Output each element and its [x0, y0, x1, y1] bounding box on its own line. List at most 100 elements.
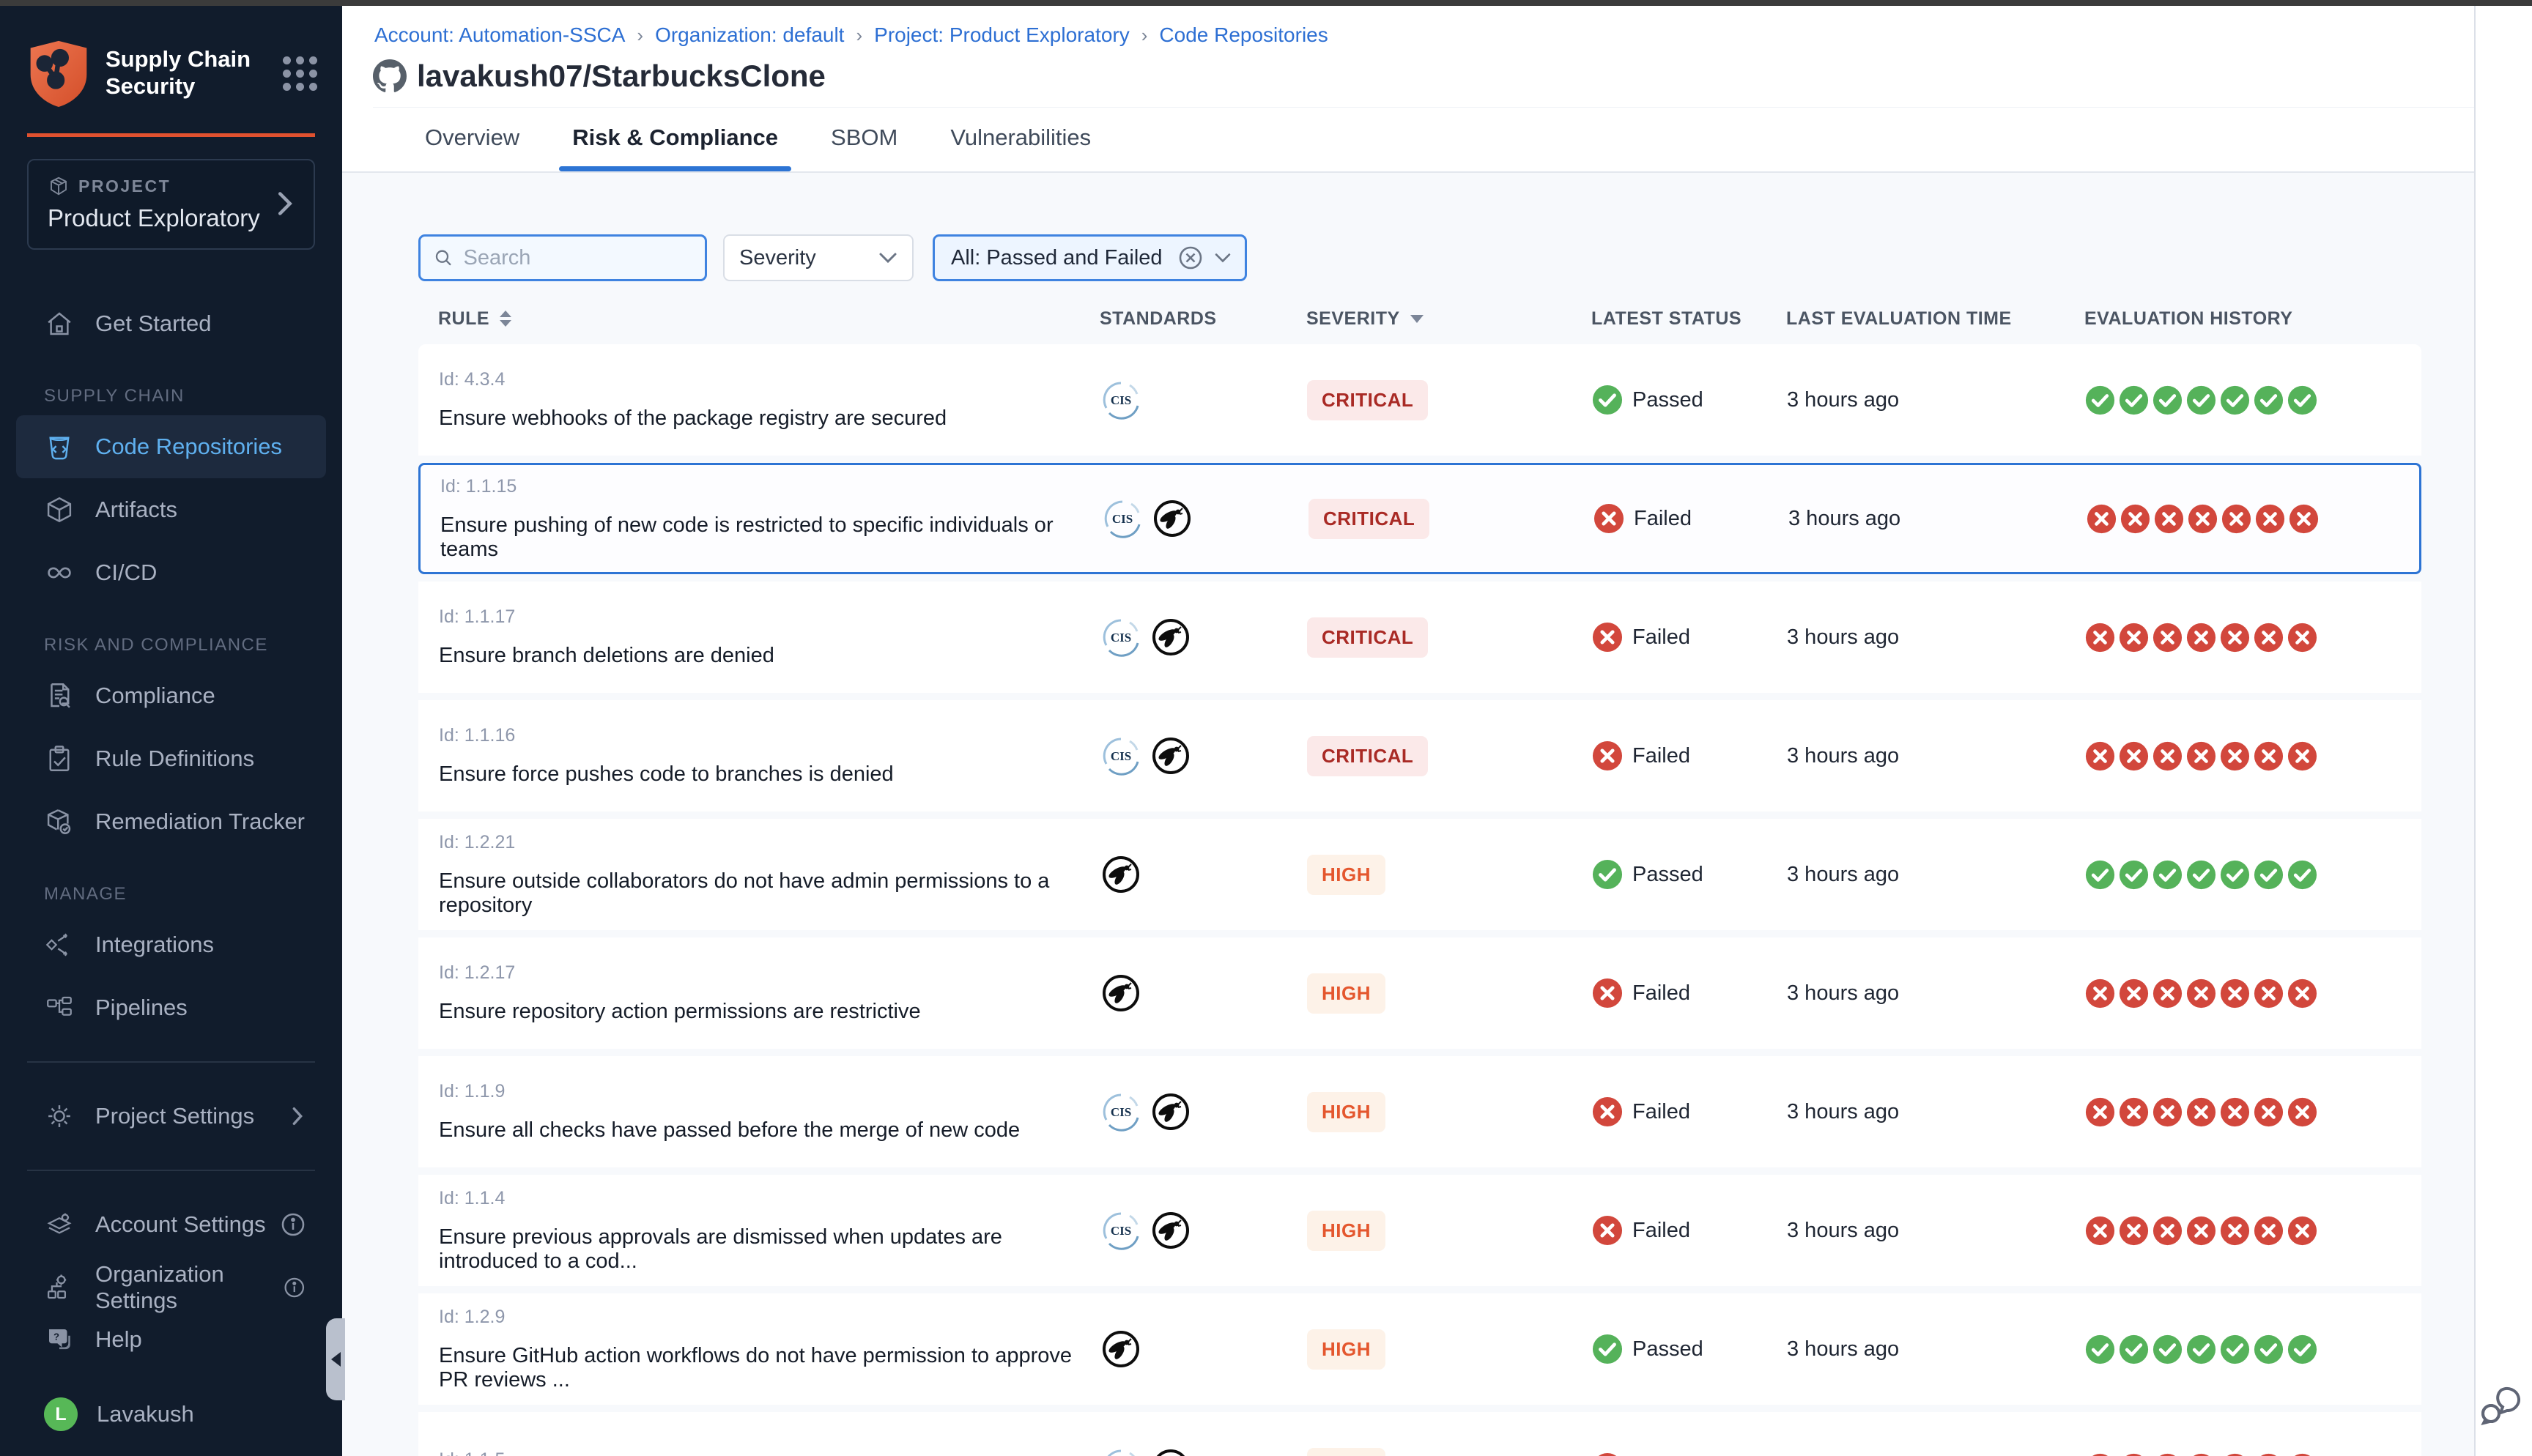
- failed-icon: [2254, 623, 2284, 653]
- table-row[interactable]: Id: 1.1.16 Ensure force pushes code to b…: [418, 700, 2421, 811]
- severity-badge: HIGH: [1307, 1329, 1385, 1370]
- github-icon: [373, 59, 407, 93]
- column-rule[interactable]: RULE: [418, 308, 1100, 330]
- column-last-evaluation-time: LAST EVALUATION TIME: [1786, 308, 2084, 330]
- tab-overview[interactable]: Overview: [425, 125, 519, 171]
- standards-cell: [1100, 1329, 1307, 1370]
- info-icon[interactable]: [284, 1275, 306, 1300]
- passed-icon: [2220, 1334, 2250, 1364]
- sidebar-item-pipelines[interactable]: Pipelines: [0, 976, 342, 1039]
- evaluation-history: [2085, 623, 2421, 653]
- main-area: Account: Automation-SSCA › Organization:…: [342, 6, 2532, 1456]
- severity-badge: HIGH: [1307, 1448, 1385, 1456]
- sidebar-item-account-settings[interactable]: Account Settings: [0, 1193, 342, 1256]
- column-severity[interactable]: SEVERITY: [1306, 308, 1591, 330]
- sidebar-collapse-handle[interactable]: [326, 1318, 345, 1400]
- app-launcher-icon[interactable]: [283, 56, 317, 91]
- sidebar-divider: [27, 1170, 315, 1171]
- rule-cell: Id: 1.1.9 Ensure all checks have passed …: [419, 1081, 1100, 1143]
- failed-icon: [2220, 978, 2250, 1009]
- breadcrumb-project[interactable]: Project: Product Exploratory: [874, 23, 1130, 47]
- brand-divider: [27, 133, 315, 137]
- sidebar-item-integrations[interactable]: Integrations: [0, 913, 342, 976]
- sidebar-item-project-settings[interactable]: Project Settings: [0, 1085, 342, 1148]
- standards-cell: CIS: [1100, 379, 1307, 420]
- breadcrumb-code-repositories[interactable]: Code Repositories: [1159, 23, 1328, 47]
- sidebar-item-get-started[interactable]: Get Started: [0, 292, 342, 355]
- sidebar-user[interactable]: L Lavakush: [0, 1383, 342, 1446]
- passed-icon: [2287, 860, 2317, 890]
- table-row[interactable]: Id: 4.3.4 Ensure webhooks of the package…: [418, 344, 2421, 456]
- rule-id: Id: 1.2.17: [439, 962, 1100, 984]
- table-row[interactable]: Id: 1.2.17 Ensure repository action perm…: [418, 937, 2421, 1049]
- sidebar-item-cicd[interactable]: CI/CD: [0, 541, 342, 604]
- owasp-standard-icon: [1150, 1447, 1191, 1456]
- standards-cell: [1100, 973, 1307, 1014]
- sidebar-item-rule-definitions[interactable]: Rule Definitions: [0, 727, 342, 790]
- sort-desc-icon: [1410, 315, 1424, 323]
- project-selector[interactable]: PROJECT Product Exploratory: [27, 159, 315, 250]
- passed-icon: [2152, 385, 2183, 415]
- active-tab-underline: [559, 166, 791, 171]
- svg-text:CIS: CIS: [1111, 749, 1131, 763]
- status-text: Passed: [1632, 388, 1703, 412]
- severity-cell: HIGH: [1307, 1211, 1592, 1251]
- compliance-doc-icon: [44, 680, 75, 711]
- failed-icon: [2287, 623, 2317, 653]
- rule-text: Ensure GitHub action workflows do not ha…: [439, 1344, 1100, 1392]
- rule-id: Id: 1.1.16: [439, 725, 1100, 746]
- home-icon: [44, 308, 75, 339]
- table-row[interactable]: Id: 1.1.15 Ensure pushing of new code is…: [418, 463, 2421, 574]
- evaluation-history: [2087, 504, 2419, 534]
- passed-icon: [2085, 1334, 2115, 1364]
- failed-icon: [2119, 623, 2149, 653]
- search-icon: [434, 247, 454, 269]
- passed-icon: [2287, 385, 2317, 415]
- severity-filter[interactable]: Severity: [723, 234, 914, 281]
- info-icon[interactable]: [281, 1212, 306, 1237]
- tab-sbom[interactable]: SBOM: [831, 125, 897, 171]
- failed-icon: [2085, 1453, 2115, 1456]
- failed-icon: [2289, 504, 2319, 534]
- failed-icon: [2220, 741, 2250, 771]
- owasp-standard-icon: [1150, 735, 1191, 776]
- table-row[interactable]: Id: 1.1.4 Ensure previous approvals are …: [418, 1175, 2421, 1286]
- cis-standard-icon: CIS: [1100, 1091, 1141, 1132]
- table-row[interactable]: Id: 1.1.17 Ensure branch deletions are d…: [418, 582, 2421, 693]
- breadcrumb-organization[interactable]: Organization: default: [655, 23, 844, 47]
- rule-cell: Id: 1.2.9 Ensure GitHub action workflows…: [419, 1307, 1100, 1392]
- table-row[interactable]: Id: 1.1.5 CIS HIGH Failed 3 hours ago: [418, 1412, 2421, 1456]
- chevron-right-icon: [289, 1105, 306, 1127]
- status-cell: Failed: [1592, 622, 1787, 653]
- status-filter-chip[interactable]: All: Passed and Failed: [933, 234, 1247, 281]
- standards-cell: CIS: [1100, 735, 1307, 776]
- clear-filter-icon[interactable]: [1177, 245, 1204, 271]
- table-row[interactable]: Id: 1.2.9 Ensure GitHub action workflows…: [418, 1293, 2421, 1405]
- owasp-standard-icon: [1150, 1210, 1191, 1251]
- rule-text: Ensure force pushes code to branches is …: [439, 762, 1100, 787]
- evaluation-time: 3 hours ago: [1787, 863, 2085, 887]
- sidebar-item-remediation-tracker[interactable]: Remediation Tracker: [0, 790, 342, 853]
- table-row[interactable]: Id: 1.2.21 Ensure outside collaborators …: [418, 819, 2421, 930]
- page-header: Account: Automation-SSCA › Organization:…: [342, 6, 2532, 173]
- rule-id: Id: 1.2.9: [439, 1307, 1100, 1328]
- sort-icon: [500, 311, 511, 327]
- standards-cell: CIS: [1100, 617, 1307, 658]
- rule-cell: Id: 1.2.17 Ensure repository action perm…: [419, 962, 1100, 1024]
- breadcrumb-account[interactable]: Account: Automation-SSCA: [374, 23, 625, 47]
- rule-text: Ensure webhooks of the package registry …: [439, 406, 1100, 431]
- search-input[interactable]: [464, 246, 692, 270]
- sidebar-item-help[interactable]: ? Help: [0, 1308, 342, 1371]
- tab-vulnerabilities[interactable]: Vulnerabilities: [950, 125, 1091, 171]
- chat-support-icon[interactable]: [2478, 1381, 2523, 1430]
- standards-cell: CIS: [1102, 498, 1308, 539]
- sidebar-item-compliance[interactable]: Compliance: [0, 664, 342, 727]
- sidebar-item-artifacts[interactable]: Artifacts: [0, 478, 342, 541]
- failed-icon: [2255, 504, 2285, 534]
- evaluation-history: [2085, 860, 2421, 890]
- sidebar-item-code-repositories[interactable]: Code Repositories: [16, 415, 326, 478]
- status-text: Failed: [1632, 1100, 1690, 1124]
- breadcrumb-separator: ›: [1141, 24, 1148, 47]
- table-row[interactable]: Id: 1.1.9 Ensure all checks have passed …: [418, 1056, 2421, 1167]
- tab-risk-compliance[interactable]: Risk & Compliance: [572, 125, 778, 171]
